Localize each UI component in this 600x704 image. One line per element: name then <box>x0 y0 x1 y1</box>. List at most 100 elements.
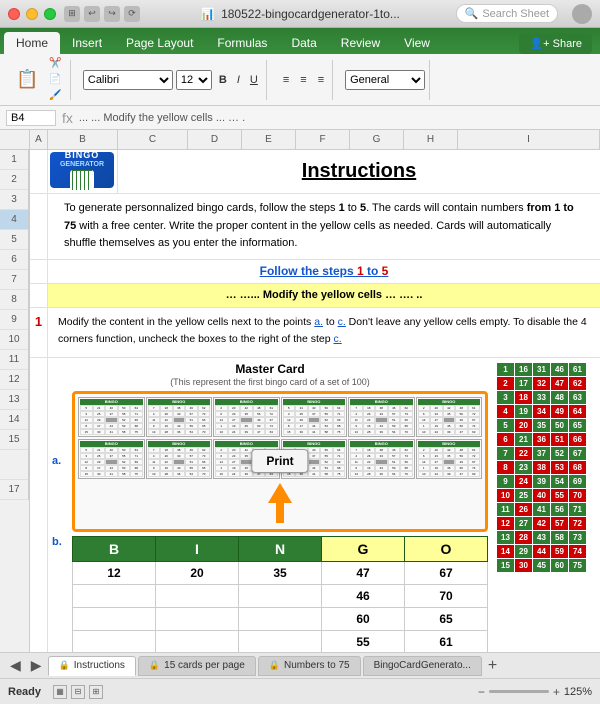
tab-15-cards[interactable]: 🔒 15 cards per page <box>138 656 256 676</box>
tab-page-layout[interactable]: Page Layout <box>114 32 205 54</box>
add-sheet-button[interactable]: + <box>488 657 497 675</box>
card-o1: 67 <box>405 561 488 584</box>
layout-view-icon[interactable]: ⊟ <box>71 685 85 699</box>
mini-card-11: BINGO 718384662 426335773 11225166 91643… <box>348 439 415 479</box>
toolbar-icon-2[interactable]: ↩ <box>84 6 100 22</box>
tab-next[interactable]: ▶ <box>27 657 46 674</box>
toolbar-icon-1[interactable]: ⊞ <box>64 6 80 22</box>
num-21: 21 <box>515 432 533 446</box>
num-25: 25 <box>515 488 533 502</box>
tab-data[interactable]: Data <box>279 32 328 54</box>
num-72: 72 <box>569 516 587 530</box>
bold-button[interactable]: B <box>215 72 231 88</box>
tab-formulas[interactable]: Formulas <box>205 32 279 54</box>
col-a: A <box>30 130 48 149</box>
mini-card-7: BINGO 521405064 325375571 12295269 81744… <box>78 439 145 479</box>
row-num-13: 13 <box>0 390 29 410</box>
num-19: 19 <box>515 404 533 418</box>
mini-card-12: BINGO 220424861 623355672 14274967 11945… <box>416 439 483 479</box>
description-cell: To generate personnalized bingo cards, f… <box>48 194 600 259</box>
align-right[interactable]: ≡ <box>314 72 328 88</box>
user-avatar[interactable] <box>572 4 592 24</box>
tab-prev[interactable]: ◀ <box>6 657 25 674</box>
card-n4 <box>239 630 322 652</box>
paste-button[interactable]: 📋 <box>12 67 42 92</box>
zoom-slider[interactable] <box>489 690 549 693</box>
num-58: 58 <box>551 530 569 544</box>
minimize-button[interactable] <box>26 8 38 20</box>
tab-instructions[interactable]: 🔒 Instructions <box>48 656 136 676</box>
num-38: 38 <box>533 460 551 474</box>
tab-numbers[interactable]: 🔒 Numbers to 75 <box>258 656 361 676</box>
tab-lock-icon: 🔒 <box>59 660 70 671</box>
bingo-logo: BINGO GENERATOR <box>50 152 114 188</box>
align-left[interactable]: ≡ <box>279 72 293 88</box>
underline-button[interactable]: U <box>246 72 262 88</box>
num-66: 66 <box>569 432 587 446</box>
card-b3 <box>73 607 156 630</box>
close-button[interactable] <box>8 8 20 20</box>
master-card-container: B I N G O 12 <box>72 536 488 652</box>
italic-button[interactable]: I <box>233 72 244 88</box>
cut-button[interactable]: ✂️ <box>45 56 65 71</box>
row-num-5: 5 <box>0 230 29 250</box>
align-center[interactable]: ≡ <box>296 72 310 88</box>
tab-view[interactable]: View <box>392 32 442 54</box>
num-70: 70 <box>569 488 587 502</box>
card-row-3: 60 65 <box>73 607 488 630</box>
toolbar-icon-4[interactable]: ⟳ <box>124 6 140 22</box>
num-69: 69 <box>569 474 587 488</box>
num-75: 75 <box>569 558 587 572</box>
search-box[interactable]: 🔍 Search Sheet <box>456 4 558 23</box>
page-break-icon[interactable]: ⊞ <box>89 685 103 699</box>
cell-reference[interactable] <box>6 110 56 126</box>
maximize-button[interactable] <box>44 8 56 20</box>
number-format-select[interactable]: General <box>345 70 425 90</box>
row-num-10: 10 <box>0 330 29 350</box>
num-54: 54 <box>551 474 569 488</box>
tab-15-cards-label: 15 cards per page <box>164 660 245 671</box>
card-i3 <box>156 607 239 630</box>
col-h: H <box>404 130 458 149</box>
tab-insert[interactable]: Insert <box>60 32 114 54</box>
zoom-out-button[interactable]: − <box>478 685 485 699</box>
tab-home[interactable]: Home <box>4 32 60 54</box>
print-button[interactable]: Print <box>251 449 308 473</box>
num-26: 26 <box>515 502 533 516</box>
row-num-7: 7 <box>0 270 29 290</box>
share-button[interactable]: 👤+ Share <box>519 33 592 54</box>
card-g4: 55 <box>322 630 405 652</box>
bingo-preview-container: BINGO 521405064 325375571 12295269 81744… <box>72 391 488 532</box>
format-painter[interactable]: 🖌️ <box>45 88 65 103</box>
num-6: 6 <box>497 432 515 446</box>
num-1: 1 <box>497 362 515 376</box>
col-b: B <box>48 130 118 149</box>
follow-steps-text: Follow the steps 1 to 5 <box>260 264 389 278</box>
mini-card-5: BINGO 718384662 426335773 11225166 91643… <box>348 397 415 437</box>
num-65: 65 <box>569 418 587 432</box>
toolbar-icon-3[interactable]: ↪ <box>104 6 120 22</box>
num-57: 57 <box>551 516 569 530</box>
tab-bingo-gen[interactable]: BingoCardGenerato... <box>363 656 482 676</box>
num-13: 13 <box>497 530 515 544</box>
num-51: 51 <box>551 432 569 446</box>
num-16: 16 <box>515 362 533 376</box>
row-num-17: 17 <box>0 480 29 500</box>
step-b-row: b. B I N G O <box>52 536 488 652</box>
step-1-text-cell: Modify the content in the yellow cells n… <box>48 308 600 357</box>
normal-view-icon[interactable]: ▦ <box>53 685 67 699</box>
font-group: Calibri 12 B I U <box>79 60 267 100</box>
tab-review[interactable]: Review <box>329 32 392 54</box>
card-b1: 12 <box>73 561 156 584</box>
logo-cell: BINGO GENERATOR <box>48 150 118 193</box>
copy-button[interactable]: 📄 <box>45 72 65 87</box>
num-41: 41 <box>533 502 551 516</box>
num-17: 17 <box>515 376 533 390</box>
font-size-select[interactable]: 12 <box>176 70 212 90</box>
tab-instructions-label: Instructions <box>74 660 125 671</box>
title-bar: ⊞ ↩ ↪ ⟳ 📊 180522-bingocardgenerator-1to.… <box>0 0 600 28</box>
font-family-select[interactable]: Calibri <box>83 70 173 90</box>
zoom-in-button[interactable]: + <box>553 685 560 699</box>
window-title: 📊 180522-bingocardgenerator-1to... <box>200 7 400 21</box>
formula-content: ... ... Modify the yellow cells ... … . <box>79 112 594 124</box>
